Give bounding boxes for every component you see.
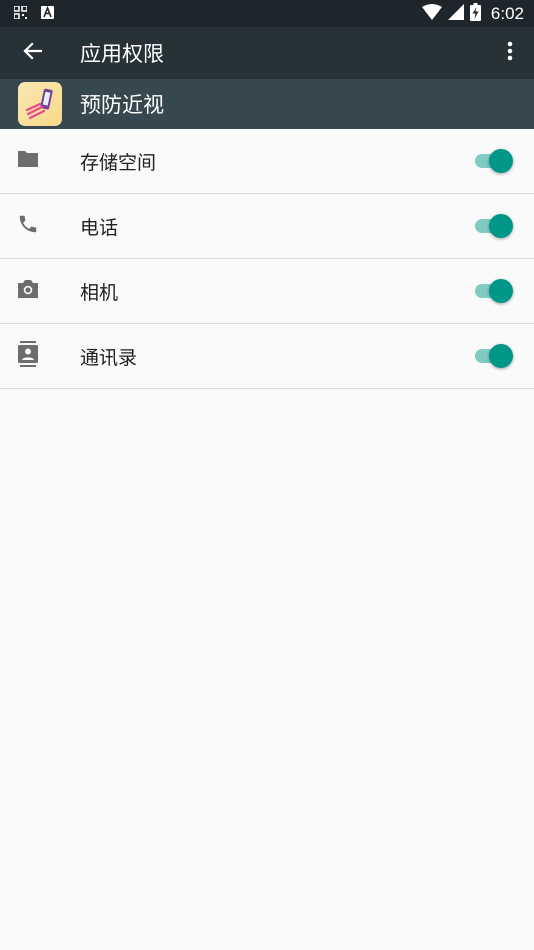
permission-list: 存储空间 电话 相机 通讯录 [0,129,534,389]
permission-label: 存储空间 [80,151,157,174]
signal-icon [447,3,464,24]
overflow-menu-button[interactable] [486,27,534,79]
status-time: 6:02 [490,3,524,23]
a-icon [41,4,54,23]
permission-row-contacts[interactable]: 通讯录 [0,324,534,389]
wifi-icon [421,3,442,24]
phone-icon [17,213,39,239]
permission-toggle[interactable] [473,279,513,303]
permission-row-camera[interactable]: 相机 [0,259,534,324]
page-title: 应用权限 [80,42,164,66]
arrow-back-icon [22,41,43,65]
battery-charging-icon [469,2,481,25]
more-vert-icon [507,41,513,65]
permission-row-phone[interactable]: 电话 [0,194,534,259]
app-icon [18,82,62,126]
folder-icon [16,149,40,173]
app-name: 预防近视 [80,93,164,117]
qr-icon [13,4,28,23]
permission-label: 相机 [80,281,119,304]
permission-toggle[interactable] [473,149,513,173]
contacts-icon [17,341,39,371]
permission-toggle[interactable] [473,344,513,368]
toolbar: 应用权限 [0,27,534,79]
permission-row-storage[interactable]: 存储空间 [0,129,534,194]
permission-label: 通讯录 [80,346,138,369]
back-button[interactable] [0,27,64,79]
permission-toggle[interactable] [473,214,513,238]
status-bar: 6:02 [0,0,534,27]
app-header: 预防近视 [0,79,534,129]
camera-icon [16,278,40,304]
permission-label: 电话 [80,216,119,239]
